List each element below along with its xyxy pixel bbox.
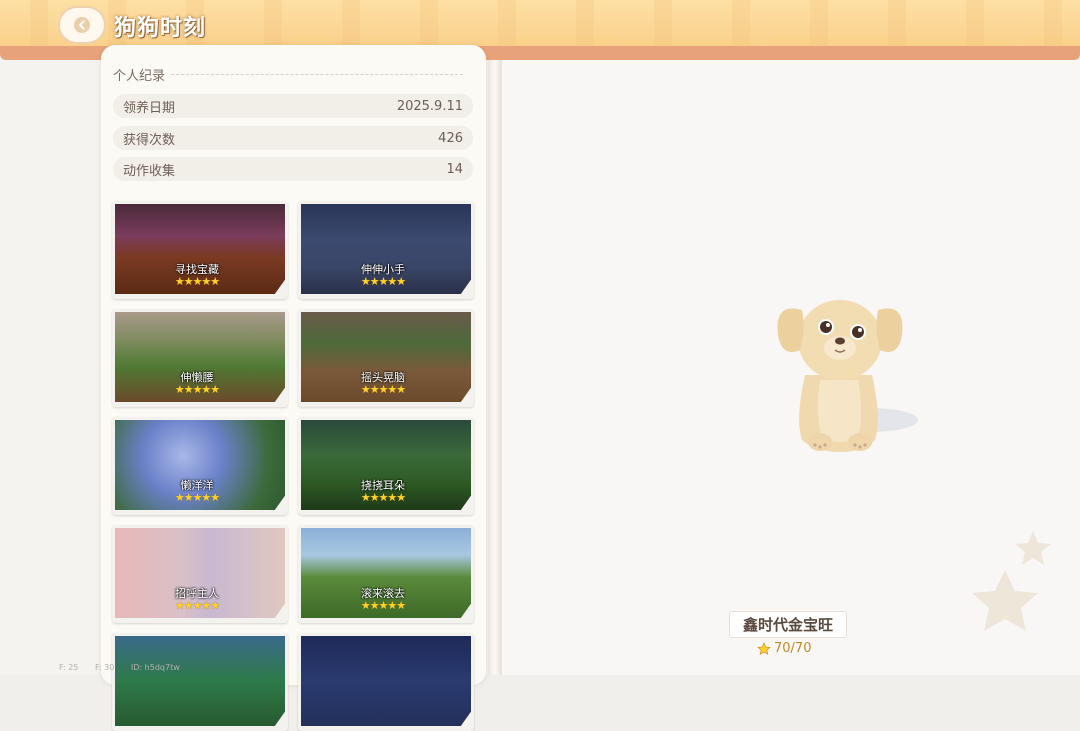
star-rating: ★★★★★ xyxy=(360,275,406,288)
debug-f1: F: 25 xyxy=(59,663,79,672)
decorative-star-icon xyxy=(972,531,1051,631)
score-value: 70/70 xyxy=(774,641,812,656)
action-card[interactable]: 挠挠耳朵 ★★★★★ xyxy=(298,417,474,515)
star-icon xyxy=(757,641,771,655)
stat-row-action-collection: 动作收集 14 xyxy=(113,157,473,181)
action-card[interactable]: 伸懒腰 ★★★★★ xyxy=(112,309,288,407)
stat-label: 动作收集 xyxy=(123,163,176,179)
book-spine xyxy=(488,60,502,675)
debug-overlay: F: 25 F: 30 ID: h5dq7tw xyxy=(59,663,194,672)
action-card[interactable] xyxy=(112,633,288,731)
stat-value: 426 xyxy=(438,130,463,146)
debug-f2: F: 30 xyxy=(94,663,115,672)
star-rating: ★★★★★ xyxy=(360,491,406,504)
action-card[interactable]: 伸伸小手 ★★★★★ xyxy=(298,201,474,299)
action-card[interactable]: 摇头晃脑 ★★★★★ xyxy=(298,309,474,407)
stat-value: 2025.9.11 xyxy=(396,98,463,114)
action-card[interactable]: 寻找宝藏 ★★★★★ xyxy=(112,201,288,299)
action-card[interactable]: 滚来滚去 ★★★★★ xyxy=(298,525,474,623)
star-rating: ★★★★★ xyxy=(174,599,220,612)
star-rating: ★★★★★ xyxy=(174,491,220,504)
page-title: 狗狗时刻 xyxy=(114,16,207,41)
action-thumbnail xyxy=(301,636,471,726)
star-rating: ★★★★★ xyxy=(174,383,220,396)
stat-row-obtain-count: 获得次数 426 xyxy=(113,126,473,150)
action-card[interactable]: 懒洋洋 ★★★★★ xyxy=(112,417,288,515)
action-card[interactable] xyxy=(298,633,474,731)
debug-id: ID: h5dq7tw xyxy=(130,663,180,672)
star-rating: ★★★★★ xyxy=(360,383,406,396)
stat-label: 领养日期 xyxy=(123,100,176,116)
dog-name-label: 鑫时代金宝旺 xyxy=(729,611,847,638)
dog-score: 70/70 xyxy=(757,641,811,656)
stat-label: 获得次数 xyxy=(123,132,176,148)
section-header: 个人纪录 xyxy=(113,65,463,84)
stat-row-adopt-date: 领养日期 2025.9.11 xyxy=(113,94,473,118)
star-rating: ★★★★★ xyxy=(174,275,220,288)
action-thumbnail xyxy=(115,636,285,726)
chevron-left-icon xyxy=(74,17,90,33)
section-divider xyxy=(171,74,463,75)
stat-value: 14 xyxy=(446,161,463,177)
record-panel: 个人纪录 领养日期 2025.9.11 获得次数 426 动作收集 14 寻找宝… xyxy=(101,45,486,731)
back-button[interactable] xyxy=(58,6,106,44)
dog-model[interactable] xyxy=(760,280,930,465)
star-rating: ★★★★★ xyxy=(360,599,406,612)
action-card[interactable]: 招呼主人 ★★★★★ xyxy=(112,525,288,623)
section-title: 个人纪录 xyxy=(113,69,166,84)
